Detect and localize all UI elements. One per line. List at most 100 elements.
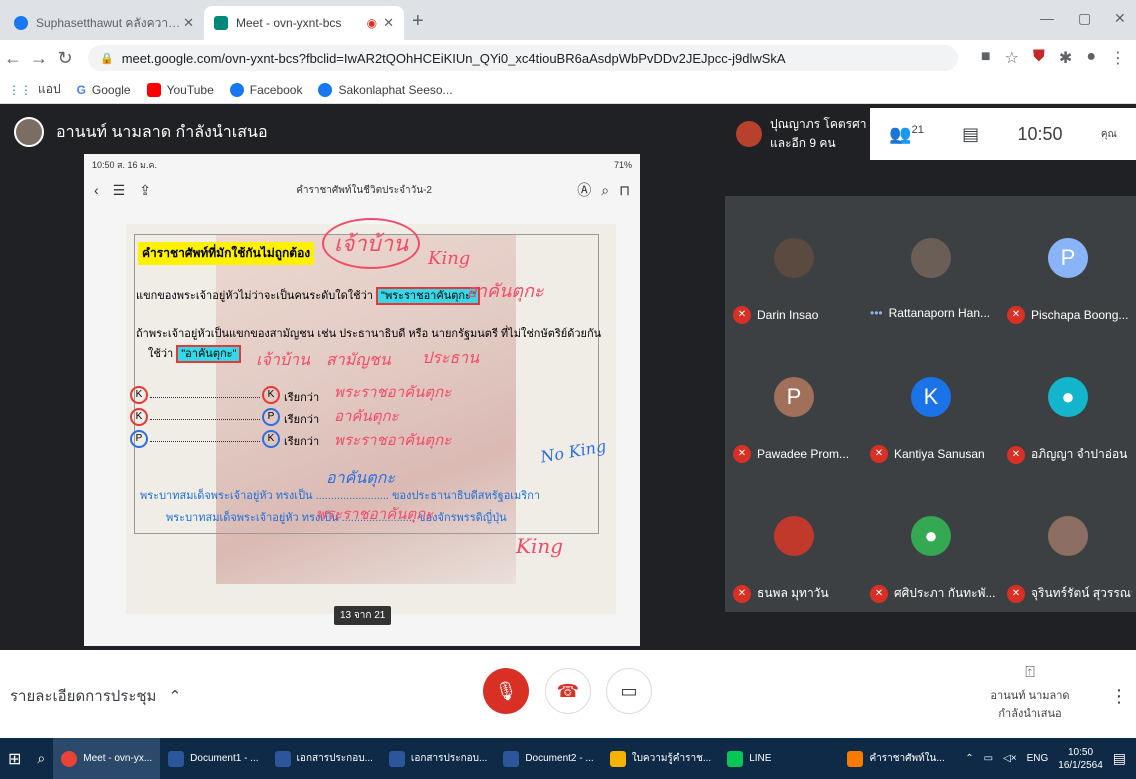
shield-icon[interactable]: ⛊ xyxy=(1033,48,1045,68)
present-line-2: กำลังนำเสนอ xyxy=(998,708,1062,720)
windows-taskbar: ⊞ ⌕ Meet - ovn-yx... Document1 - ... เอก… xyxy=(0,738,1136,779)
tab-active[interactable]: Meet - ovn-yxnt-bcs ◉ ✕ xyxy=(204,6,404,40)
speaker-icon[interactable]: ◁× xyxy=(1003,753,1017,764)
close-window-icon[interactable]: ✕ xyxy=(1114,10,1126,27)
bookmark-youtube[interactable]: YouTube xyxy=(146,82,214,97)
taskbar-item[interactable]: Document2 - ... xyxy=(495,738,601,779)
pen-icon: Ⓐ xyxy=(577,182,592,198)
participant-tile[interactable]: K ✕ Kantiya Sanusan xyxy=(862,335,999,474)
ink-president: ประธาน xyxy=(422,348,480,367)
bookmark-label: Sakonlaphat Seeso... xyxy=(338,82,453,97)
page-indicator: 13 จาก 21 xyxy=(334,606,392,625)
phone-hangup-icon: ☎ xyxy=(556,680,580,701)
search-icon: ⌕ xyxy=(37,750,46,766)
word-icon xyxy=(503,750,520,767)
taskbar-label: เอกสารประกอบ... xyxy=(410,753,488,764)
mic-off-icon: ✕ xyxy=(1007,584,1025,603)
ink-king-1: King xyxy=(428,248,471,269)
bookmark-label: แอป xyxy=(38,82,61,96)
shared-screen: 10:50 ส. 16 ม.ค. 71% ‹ ☰ ⇪ คำราชาศัพท์ใน… xyxy=(84,154,640,646)
search-button[interactable]: ⌕ xyxy=(29,738,53,779)
taskbar-item[interactable]: เอกสารประกอบ... xyxy=(267,738,381,779)
taskbar-label: คำราชาศัพท์ใน... xyxy=(869,753,945,764)
star-icon[interactable]: ☆ xyxy=(1005,48,1019,68)
participant-name: Pischapa Boong... xyxy=(1031,308,1129,322)
bookmark-apps[interactable]: ⋮⋮ แอป xyxy=(8,80,61,99)
forward-icon[interactable]: → xyxy=(26,48,52,69)
participant-tile[interactable]: P ✕ Pawadee Prom... xyxy=(725,335,862,474)
extensions-icon[interactable]: ✱ xyxy=(1059,48,1072,68)
row-2-label: เรียกว่า xyxy=(284,414,320,426)
clock[interactable]: 10:50 16/1/2564 xyxy=(1058,746,1103,772)
more-options-icon[interactable]: ⋮ xyxy=(1110,686,1128,707)
lock-icon: 🔒 xyxy=(100,52,114,65)
chevron-up-icon: ⌃ xyxy=(168,688,182,705)
battery-icon[interactable]: ▭ xyxy=(984,753,993,764)
tab-inactive[interactable]: Suphasetthawut คลังความรู้สุขสันต์ ✕ xyxy=(4,6,204,40)
row-1-left: K xyxy=(130,386,148,404)
document-title: คำราชาศัพท์ในชีวิตประจำวัน-2 xyxy=(296,184,432,196)
bookmark-google[interactable]: G Google xyxy=(77,83,131,97)
chat-preview[interactable]: ปุณญาภร โคตรศา และอีก 9 คน xyxy=(730,108,870,160)
search-icon: ⌕ xyxy=(601,181,610,198)
address-bar[interactable]: 🔒 meet.google.com/ovn-yxnt-bcs?fbclid=Iw… xyxy=(88,45,958,71)
mic-off-icon: ✕ xyxy=(870,584,888,603)
slide-line-3: ใช้ว่า "อาคันตุกะ" xyxy=(148,344,242,363)
profile-icon[interactable]: ● xyxy=(1086,48,1096,68)
participant-tile[interactable]: ● ✕ อภิญญา จำปาอ่อน xyxy=(999,335,1136,474)
ink-akhantuka-1: อาคันตุกะ xyxy=(466,281,544,302)
google-icon: G xyxy=(76,82,86,97)
new-tab-button[interactable]: + xyxy=(412,10,424,33)
minimize-icon[interactable]: — xyxy=(1040,10,1054,26)
mic-toggle-button[interactable]: 🎙 xyxy=(483,668,529,714)
camera-icon[interactable]: ■ xyxy=(981,48,991,68)
tab-label: Meet - ovn-yxnt-bcs xyxy=(236,16,342,30)
meeting-details-button[interactable]: รายละเอียดการประชุม ⌃ xyxy=(10,684,181,708)
chevron-up-icon[interactable]: ⌃ xyxy=(965,753,973,764)
hang-up-button[interactable]: ☎ xyxy=(545,668,591,714)
avatar: P xyxy=(1048,238,1088,278)
taskbar-label: เอกสารประกอบ... xyxy=(296,753,373,764)
participant-name: Darin Insao xyxy=(757,308,819,322)
tablet-nav: ‹ ☰ ⇪ คำราชาศัพท์ในชีวิตประจำวัน-2 Ⓐ ⌕ ⊓ xyxy=(84,176,640,204)
start-button[interactable]: ⊞ xyxy=(0,738,29,779)
bookmark-facebook[interactable]: Facebook xyxy=(229,82,302,97)
taskbar-item[interactable]: ใบความรู้คำราช... xyxy=(602,738,720,779)
language-indicator[interactable]: ENG xyxy=(1027,753,1049,764)
close-icon[interactable]: ✕ xyxy=(183,15,194,31)
notification-icon[interactable]: ▤ xyxy=(1113,750,1126,767)
presenting-status[interactable]: ⍐ อานนท์ นามลาด กำลังนำเสนอ xyxy=(970,664,1090,722)
person-icon: ● xyxy=(911,516,951,556)
maximize-icon[interactable]: ▢ xyxy=(1078,10,1091,27)
mic-off-icon: ✕ xyxy=(870,445,888,463)
taskbar-item[interactable]: คำราชาศัพท์ใน... xyxy=(839,738,952,779)
bookmark-label: YouTube xyxy=(166,82,214,97)
participant-tile[interactable]: ● ✕ ศศิประภา กันทะพั... xyxy=(862,474,999,613)
people-button[interactable]: 👥21 xyxy=(889,124,924,145)
participant-tile[interactable]: ✕ จุรินทร์รัตน์ สุวรรณรัตน์ xyxy=(999,474,1136,613)
taskbar-item[interactable]: Meet - ovn-yx... xyxy=(53,738,161,779)
close-icon[interactable]: ✕ xyxy=(383,15,394,31)
row-3-left: P xyxy=(130,430,148,448)
mic-off-icon: ✕ xyxy=(733,584,751,603)
menu-icon[interactable]: ⋮ xyxy=(1110,48,1126,68)
mic-off-icon: ✕ xyxy=(733,306,751,324)
participant-tile[interactable]: P ✕ Pischapa Boong... xyxy=(999,196,1136,335)
participant-tile[interactable]: ✕ ธนพล มุทาวัน xyxy=(725,474,862,613)
ink-host-circle: เจ้าบ้าน xyxy=(322,218,421,269)
avatar xyxy=(911,238,951,278)
taskbar-item[interactable]: Document1 - ... xyxy=(160,738,266,779)
chat-icon[interactable]: ▤ xyxy=(962,124,979,145)
ink-row-1-answer: พระราชอาคันตุกะ xyxy=(334,383,452,401)
youtube-icon xyxy=(146,82,161,97)
participant-tile[interactable]: ✕ Darin Insao xyxy=(725,196,862,335)
participant-tile[interactable]: ••• Rattanaporn Han... xyxy=(862,196,999,335)
camera-toggle-button[interactable]: ▭ xyxy=(606,668,652,714)
taskbar-item[interactable]: เอกสารประกอบ... xyxy=(381,738,495,779)
back-icon[interactable]: ← xyxy=(0,48,26,69)
taskbar-item[interactable]: LINE xyxy=(719,738,779,779)
self-label: คุณ xyxy=(1100,128,1117,140)
bookmark-sakonlaphat[interactable]: Sakonlaphat Seeso... xyxy=(318,82,453,97)
reload-icon[interactable]: ↻ xyxy=(52,48,78,69)
ink-blank-1: อาคันตุกะ xyxy=(326,468,395,487)
